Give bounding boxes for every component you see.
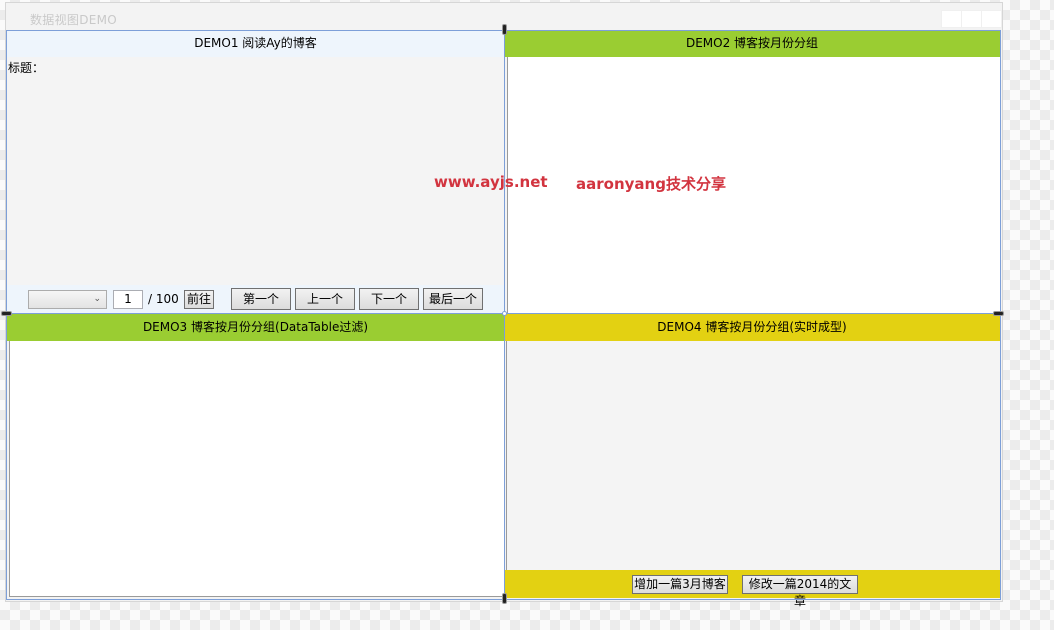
demo4-header-text: DEMO4 博客按月份分组(实时成型) [657, 320, 847, 334]
splitter-right-handle[interactable] [993, 311, 1004, 316]
demo2-header: DEMO2 博客按月份分组 [504, 30, 1000, 57]
demo3-header: DEMO3 博客按月份分组(DataTable过滤) [7, 314, 504, 341]
demo3-header-text: DEMO3 博客按月份分组(DataTable过滤) [142, 320, 369, 334]
last-button[interactable]: 最后一个 [423, 288, 483, 310]
demo1-title-label: 标题： [8, 61, 45, 75]
chevron-down-icon: ⌄ [93, 294, 101, 304]
demo4-list [506, 341, 1000, 570]
month-select[interactable]: ⌄ [28, 290, 107, 309]
add-march-post-button[interactable]: 增加一篇3月博客 [632, 575, 728, 594]
demo1-content [7, 57, 504, 285]
page-total: / 100 [148, 292, 179, 306]
go-button[interactable]: 前往 [184, 290, 214, 309]
demo4-header: DEMO4 博客按月份分组(实时成型) [504, 314, 1000, 341]
watermark-site: www.ayjs.net [434, 173, 548, 191]
splitter-top-handle[interactable] [502, 24, 507, 35]
demo3-list [9, 341, 504, 597]
prev-button[interactable]: 上一个 [295, 288, 355, 310]
next-button[interactable]: 下一个 [359, 288, 419, 310]
demo2-header-text: DEMO2 博客按月份分组 [685, 36, 819, 50]
close-button[interactable] [981, 10, 1002, 28]
page-number-input[interactable]: 1 [113, 290, 143, 309]
minimize-button[interactable] [941, 10, 962, 28]
modify-2014-article-button[interactable]: 修改一篇2014的文章 [742, 575, 858, 608]
splitter-left-handle[interactable] [1, 311, 12, 316]
window-title: 数据视图DEMO [30, 13, 118, 27]
demo1-header: DEMO1 阅读Ay的博客 [7, 30, 504, 57]
first-button[interactable]: 第一个 [231, 288, 291, 310]
demo1-header-text: DEMO1 阅读Ay的博客 [194, 36, 317, 50]
watermark-author: aaronyang技术分享 [576, 175, 726, 193]
maximize-button[interactable] [961, 10, 982, 28]
splitter-bottom-handle[interactable] [502, 593, 507, 604]
splitter-center-anchor[interactable] [502, 311, 507, 316]
